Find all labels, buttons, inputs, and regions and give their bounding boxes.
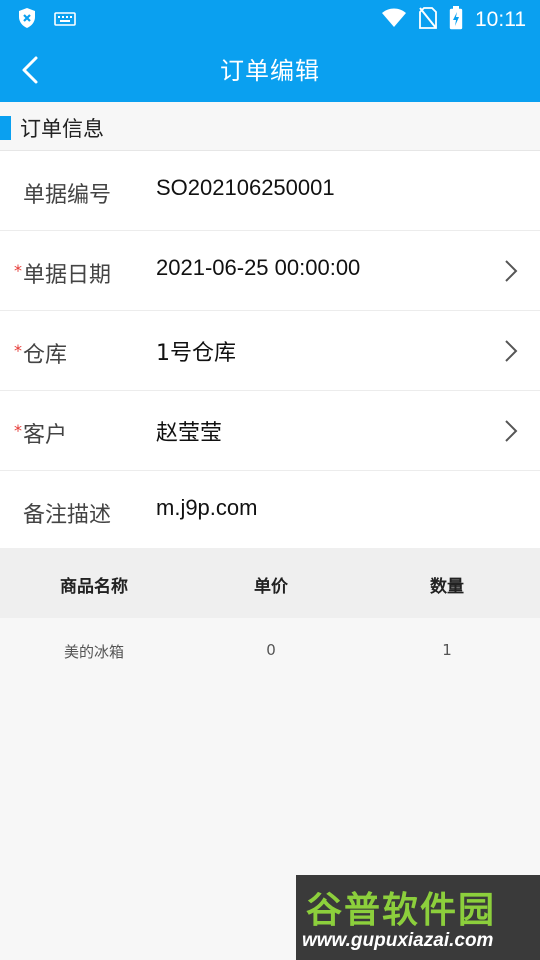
watermark: 谷普软件园 www.gupuxiazai.com [296,875,540,960]
no-sim-icon [419,7,437,33]
doc-date-value: 2021-06-25 00:00:00 [156,255,361,280]
clock: 10:11 [475,8,526,31]
price-cell: 0 [266,641,276,659]
form-label: 客户 [23,423,68,448]
watermark-url: www.gupuxiazai.com [302,930,494,951]
required-mark: * [14,261,22,280]
form-label: 备注描述 [23,503,112,528]
form-label: 单据日期 [23,263,112,288]
column-header-product: 商品名称 [60,577,128,597]
shield-icon [18,7,36,33]
form-label: 仓库 [23,343,68,368]
quantity-cell: 1 [442,641,452,659]
form-row-warehouse[interactable]: * 仓库 1号仓库 [0,311,540,391]
form-label: 单据编号 [23,183,112,208]
watermark-title: 谷普软件园 [306,890,497,931]
column-header-price: 单价 [254,577,288,597]
form-row-customer[interactable]: * 客户 赵莹莹 [0,391,540,471]
required-mark: * [14,421,22,440]
page-title: 订单编辑 [220,57,320,85]
keyboard-icon [54,11,76,30]
form-row-doc-number: 单据编号 SO202106250001 [0,151,540,231]
table-row[interactable]: 美的冰箱 0 1 [0,618,540,684]
section-header: 订单信息 [0,102,540,150]
table-header: 商品名称 单价 数量 [0,548,540,618]
warehouse-value: 1号仓库 [156,341,236,366]
chevron-right-icon [504,419,518,443]
doc-number-value: SO202106250001 [156,175,335,200]
section-title: 订单信息 [20,117,104,141]
battery-charging-icon [449,6,463,34]
column-header-quantity: 数量 [430,577,464,597]
remark-input[interactable]: m.j9p.com [156,495,257,521]
status-bar: 10:11 [0,0,540,36]
order-form: 单据编号 SO202106250001 * 单据日期 2021-06-25 00… [0,150,540,549]
customer-value: 赵莹莹 [156,421,223,446]
wifi-icon [381,8,407,32]
section-accent-bar [0,116,11,140]
chevron-right-icon [504,259,518,283]
form-row-remark[interactable]: 备注描述 m.j9p.com [0,471,540,550]
product-name-cell: 美的冰箱 [63,643,124,661]
form-row-doc-date[interactable]: * 单据日期 2021-06-25 00:00:00 [0,231,540,311]
chevron-right-icon [504,339,518,363]
required-mark: * [14,341,22,360]
app-bar: 订单编辑 [0,36,540,102]
